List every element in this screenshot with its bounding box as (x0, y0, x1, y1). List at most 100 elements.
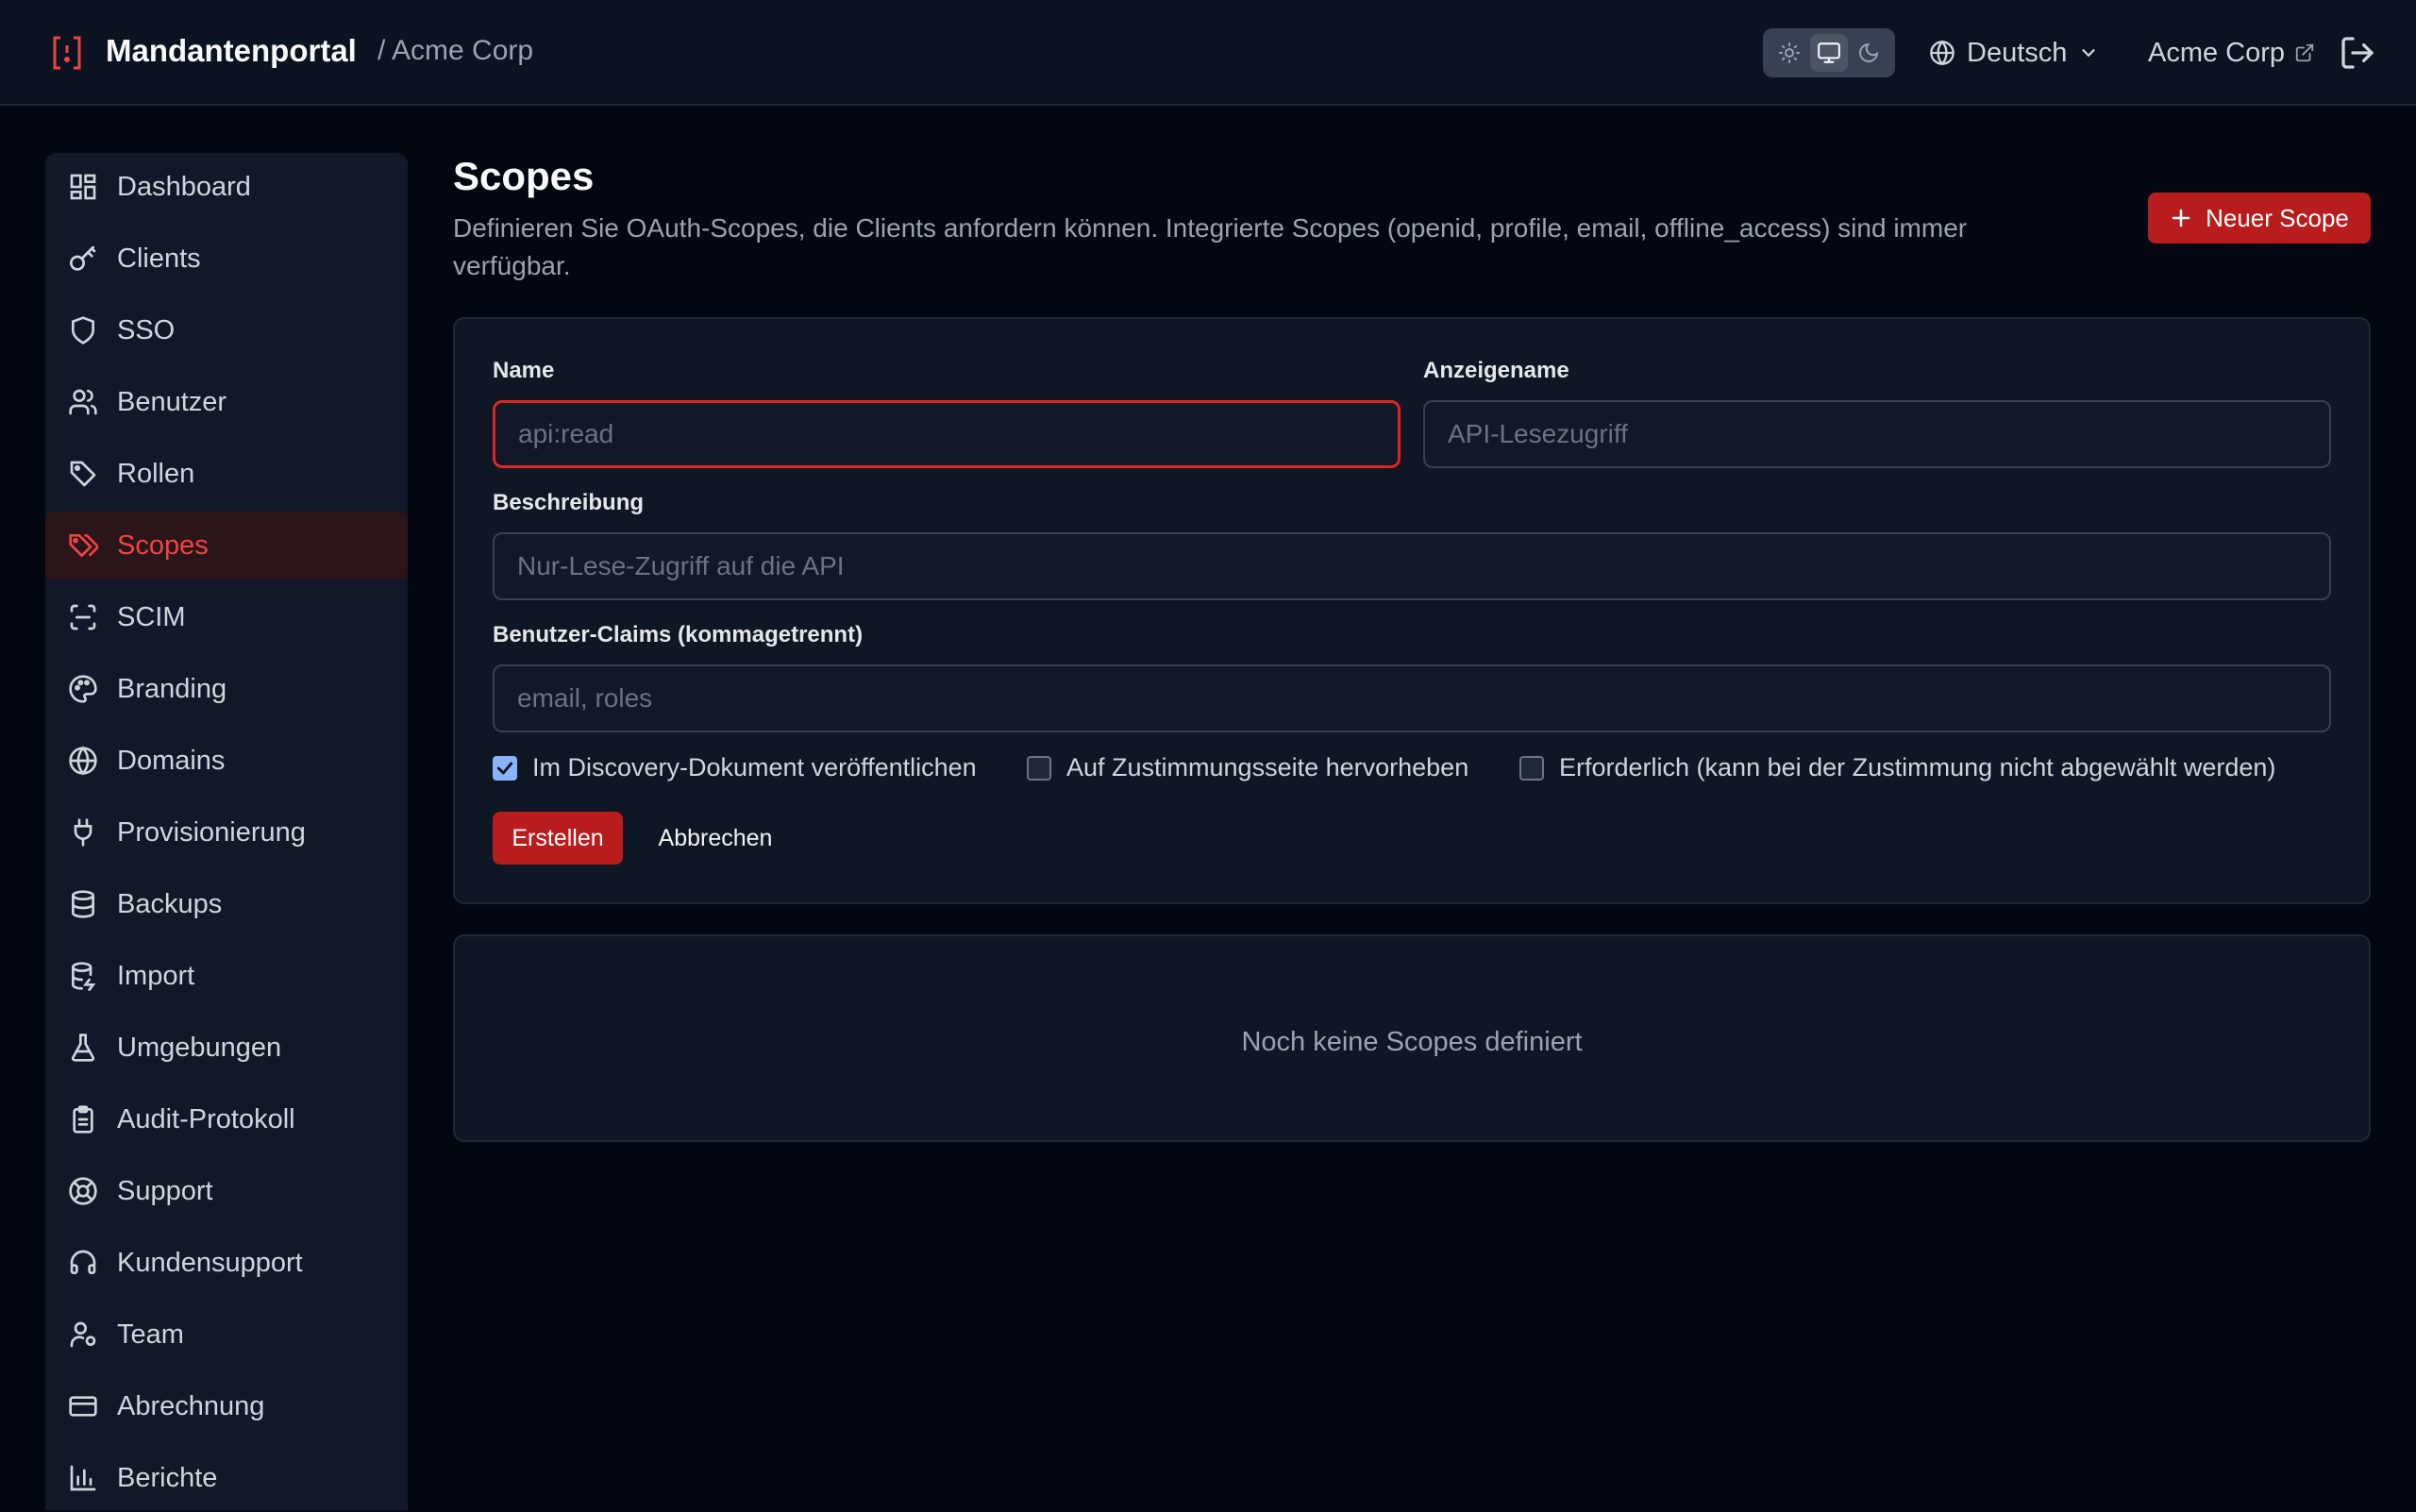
sidebar-item-scim[interactable]: SCIM (45, 583, 408, 651)
cancel-button[interactable]: Abbrechen (644, 812, 787, 865)
new-scope-label: Neuer Scope (2206, 203, 2349, 232)
plug-icon (74, 818, 92, 847)
claims-input[interactable] (493, 664, 2331, 732)
required-checkbox-row[interactable]: Erforderlich (kann bei der Zustimmung ni… (1519, 753, 2275, 782)
sidebar-item-label: Scopes (117, 529, 209, 561)
sidebar-item-label: Support (117, 1175, 213, 1206)
sidebar-item-provisionierung[interactable]: Provisionierung (45, 798, 408, 866)
sidebar-item-domains[interactable]: Domains (45, 727, 408, 795)
credit-card-icon (69, 1396, 97, 1417)
sidebar-item-backups[interactable]: Backups (45, 870, 408, 938)
palette-icon (69, 675, 97, 703)
globe-icon (1930, 40, 1955, 66)
discovery-checkbox[interactable] (493, 755, 517, 781)
sidebar: Dashboard Clients SSO Benutzer Rollen Sc… (45, 153, 408, 1510)
discovery-checkbox-label: Im Discovery-Dokument veröffentlichen (532, 753, 977, 781)
required-checkbox-label: Erforderlich (kann bei der Zustimmung ni… (1559, 753, 2276, 781)
sidebar-item-dashboard[interactable]: Dashboard (45, 153, 408, 221)
sidebar-item-scopes[interactable]: Scopes (45, 512, 408, 580)
theme-dark-button[interactable] (1850, 34, 1888, 72)
new-scope-button[interactable]: Neuer Scope (2148, 193, 2371, 244)
monitor-icon (1818, 42, 1840, 63)
sidebar-item-berichte[interactable]: Berichte (45, 1444, 408, 1512)
external-link-icon (2295, 43, 2314, 62)
sidebar-item-label: Kundensupport (117, 1247, 303, 1278)
users-icon (69, 389, 97, 415)
discovery-checkbox-row[interactable]: Im Discovery-Dokument veröffentlichen (493, 753, 977, 782)
display-name-label: Anzeigename (1423, 358, 1569, 383)
shield-icon (72, 316, 94, 344)
sidebar-item-label: Umgebungen (117, 1032, 282, 1063)
chevron-down-icon (2082, 49, 2096, 58)
sidebar-item-label: Dashboard (117, 171, 251, 202)
clipboard-icon (73, 1105, 93, 1134)
theme-system-button[interactable] (1810, 34, 1848, 72)
bar-chart-icon (70, 1465, 96, 1491)
sidebar-item-branding[interactable]: Branding (45, 655, 408, 723)
sidebar-item-clients[interactable]: Clients (45, 225, 408, 293)
headset-icon (70, 1250, 96, 1274)
plus-icon (2172, 209, 2190, 227)
sidebar-item-label: Clients (117, 243, 201, 274)
flask-icon (71, 1033, 95, 1062)
consent-highlight-checkbox-label: Auf Zustimmungsseite hervorheben (1066, 753, 1469, 781)
breadcrumb: / Acme Corp (378, 35, 534, 66)
sidebar-item-label: Provisionierung (117, 816, 306, 848)
sidebar-item-umgebungen[interactable]: Umgebungen (45, 1014, 408, 1082)
dashboard-icon (70, 174, 96, 200)
language-select[interactable]: Deutsch (1929, 28, 2099, 77)
theme-light-button[interactable] (1770, 34, 1808, 72)
name-label: Name (493, 358, 555, 383)
scan-icon (70, 604, 96, 630)
description-label: Beschreibung (493, 490, 645, 515)
globe-icon (69, 746, 97, 776)
database-icon (72, 890, 94, 918)
sidebar-item-label: Domains (117, 745, 226, 776)
sidebar-item-label: Team (117, 1319, 184, 1350)
logout-icon[interactable] (2339, 34, 2376, 72)
empty-state-text: Noch keine Scopes definiert (1241, 1027, 1583, 1057)
scopes-list-card: Noch keine Scopes definiert (453, 934, 2371, 1142)
account-label: Acme Corp (2148, 37, 2286, 68)
sidebar-item-rollen[interactable]: Rollen (45, 440, 408, 508)
sidebar-item-kundensupport[interactable]: Kundensupport (45, 1229, 408, 1297)
display-name-input[interactable] (1423, 400, 2331, 468)
tags-icon (69, 534, 98, 557)
lifebuoy-icon (69, 1177, 97, 1205)
sidebar-item-label: SCIM (117, 601, 186, 632)
sidebar-item-benutzer[interactable]: Benutzer (45, 368, 408, 436)
check-icon (496, 762, 513, 774)
sidebar-item-sso[interactable]: SSO (45, 296, 408, 364)
create-button[interactable]: Erstellen (493, 812, 623, 865)
sidebar-item-label: Abrechnung (117, 1390, 265, 1421)
page-description: Definieren Sie OAuth-Scopes, die Clients… (453, 213, 1968, 280)
consent-highlight-checkbox-row[interactable]: Auf Zustimmungsseite hervorheben (1027, 753, 1468, 782)
tag-icon (70, 461, 96, 487)
page-title: Scopes (453, 154, 595, 198)
name-input[interactable] (493, 400, 1401, 468)
sidebar-item-label: Branding (117, 673, 227, 704)
sidebar-item-label: Benutzer (117, 386, 227, 417)
brand-logo-icon (53, 36, 81, 70)
sidebar-item-abrechnung[interactable]: Abrechnung (45, 1372, 408, 1440)
sidebar-item-team[interactable]: Team (45, 1301, 408, 1369)
sidebar-item-audit-protokoll[interactable]: Audit-Protokoll (45, 1085, 408, 1153)
sidebar-item-label: Backups (117, 888, 223, 919)
account-link[interactable]: Acme Corp (2148, 28, 2315, 77)
description-input[interactable] (493, 532, 2331, 600)
claims-label: Benutzer-Claims (kommagetrennt) (493, 622, 864, 647)
sun-icon (1779, 42, 1800, 63)
sidebar-item-import[interactable]: Import (45, 942, 408, 1010)
app-title: Mandantenportal (106, 33, 357, 68)
key-icon (70, 245, 96, 271)
sidebar-item-label: Import (117, 960, 195, 991)
sidebar-item-label: Rollen (117, 458, 195, 489)
database-import-icon (72, 962, 96, 991)
moon-icon (1859, 42, 1879, 62)
top-bar: Mandantenportal / Acme Corp Deutsch Acme… (0, 0, 2416, 106)
sidebar-item-label: Berichte (117, 1462, 218, 1493)
consent-highlight-checkbox[interactable] (1027, 755, 1051, 781)
required-checkbox[interactable] (1519, 755, 1544, 781)
sidebar-item-support[interactable]: Support (45, 1157, 408, 1225)
theme-toggle (1763, 28, 1895, 77)
